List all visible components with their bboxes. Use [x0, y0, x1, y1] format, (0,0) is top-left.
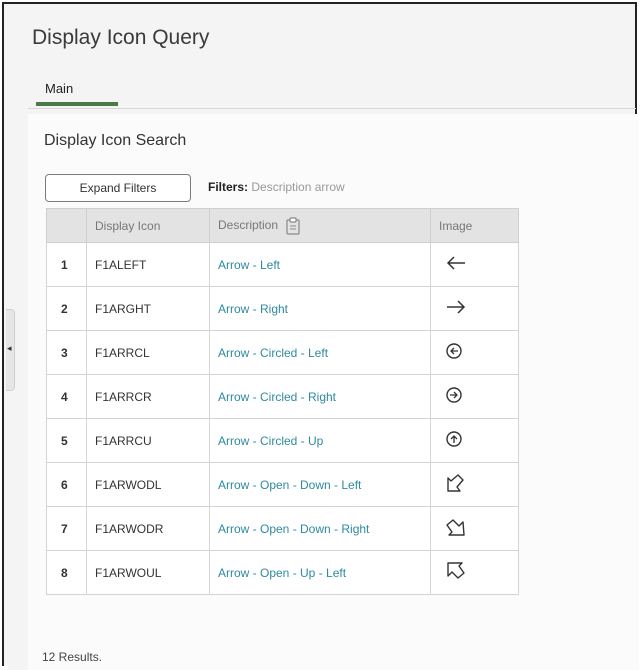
side-strip — [8, 114, 28, 670]
display-icon-code: F1ARRCR — [86, 374, 210, 419]
description-link[interactable]: Arrow - Circled - Up — [209, 418, 431, 463]
header-display-icon[interactable]: Display Icon — [86, 208, 210, 243]
description-link[interactable]: Arrow - Left — [209, 242, 431, 287]
table-header-row: Display Icon Description Image — [46, 208, 519, 243]
display-icon-code: F1ARGHT — [86, 286, 210, 331]
row-number: 5 — [46, 418, 87, 463]
image-cell — [430, 330, 519, 375]
arrow-circled-left-icon — [445, 343, 463, 363]
row-number: 7 — [46, 506, 87, 551]
row-number: 3 — [46, 330, 87, 375]
collapse-left-icon: ◂ — [7, 343, 12, 353]
filters-label: Filters: — [208, 180, 249, 194]
header-num — [46, 208, 87, 243]
table-row[interactable]: 4 F1ARRCR Arrow - Circled - Right — [46, 374, 519, 419]
section-title: Display Icon Search — [44, 132, 187, 149]
results-table: Display Icon Description Image 1 F1ALEFT A… — [46, 208, 519, 595]
tab-divider — [28, 108, 636, 109]
image-cell — [430, 462, 519, 507]
arrow-left-icon — [445, 256, 467, 274]
window-frame: Display Icon Query Main ◂ Display Icon S… — [2, 2, 639, 670]
image-cell — [430, 550, 519, 595]
row-number: 1 — [46, 242, 87, 287]
collapse-handle[interactable]: ◂ — [6, 309, 15, 391]
table-row[interactable]: 3 F1ARRCL Arrow - Circled - Left — [46, 330, 519, 375]
display-icon-code: F1ARRCL — [86, 330, 210, 375]
table-row[interactable]: 5 F1ARRCU Arrow - Circled - Up — [46, 418, 519, 463]
display-icon-code: F1ARWODL — [86, 462, 210, 507]
arrow-open-down-left-icon — [445, 474, 467, 497]
description-link[interactable]: Arrow - Right — [209, 286, 431, 331]
tab-active-indicator — [36, 102, 118, 106]
arrow-circled-up-icon — [445, 431, 463, 451]
clipboard-icon[interactable] — [285, 216, 301, 235]
arrow-right-icon — [445, 300, 467, 318]
arrow-circled-right-icon — [445, 387, 463, 407]
display-icon-code: F1ALEFT — [86, 242, 210, 287]
table-row[interactable]: 2 F1ARGHT Arrow - Right — [46, 286, 519, 331]
filters-value: Description arrow — [251, 180, 345, 194]
tab-main[interactable]: Main — [36, 75, 82, 104]
row-number: 6 — [46, 462, 87, 507]
arrow-open-up-left-icon — [445, 562, 467, 585]
image-cell — [430, 506, 519, 551]
image-cell — [430, 418, 519, 463]
header-description[interactable]: Description — [209, 208, 431, 243]
table-row[interactable]: 8 F1ARWOUL Arrow - Open - Up - Left — [46, 550, 519, 595]
row-number: 8 — [46, 550, 87, 595]
description-link[interactable]: Arrow - Open - Down - Right — [209, 506, 431, 551]
image-cell — [430, 374, 519, 419]
description-link[interactable]: Arrow - Circled - Right — [209, 374, 431, 419]
filters-summary: Filters: Description arrow — [208, 180, 345, 194]
row-number: 4 — [46, 374, 87, 419]
arrow-open-down-right-icon — [445, 519, 467, 541]
expand-filters-button[interactable]: Expand Filters — [45, 174, 191, 202]
results-count: 12 Results. — [42, 650, 103, 664]
display-icon-code: F1ARWODR — [86, 506, 210, 551]
table-row[interactable]: 7 F1ARWODR Arrow - Open - Down - Right — [46, 506, 519, 551]
description-link[interactable]: Arrow - Circled - Left — [209, 330, 431, 375]
display-icon-code: F1ARWOUL — [86, 550, 210, 595]
header-image[interactable]: Image — [430, 208, 519, 243]
main-content: Display Icon Search Expand Filters Filte… — [28, 114, 639, 670]
image-cell — [430, 286, 519, 331]
header-description-label: Description — [218, 217, 279, 232]
table-row[interactable]: 1 F1ALEFT Arrow - Left — [46, 242, 519, 287]
display-icon-code: F1ARRCU — [86, 418, 210, 463]
page-title: Display Icon Query — [32, 26, 210, 49]
description-link[interactable]: Arrow - Open - Down - Left — [209, 462, 431, 507]
description-link[interactable]: Arrow - Open - Up - Left — [209, 550, 431, 595]
table-row[interactable]: 6 F1ARWODL Arrow - Open - Down - Left — [46, 462, 519, 507]
row-number: 2 — [46, 286, 87, 331]
image-cell — [430, 242, 519, 287]
